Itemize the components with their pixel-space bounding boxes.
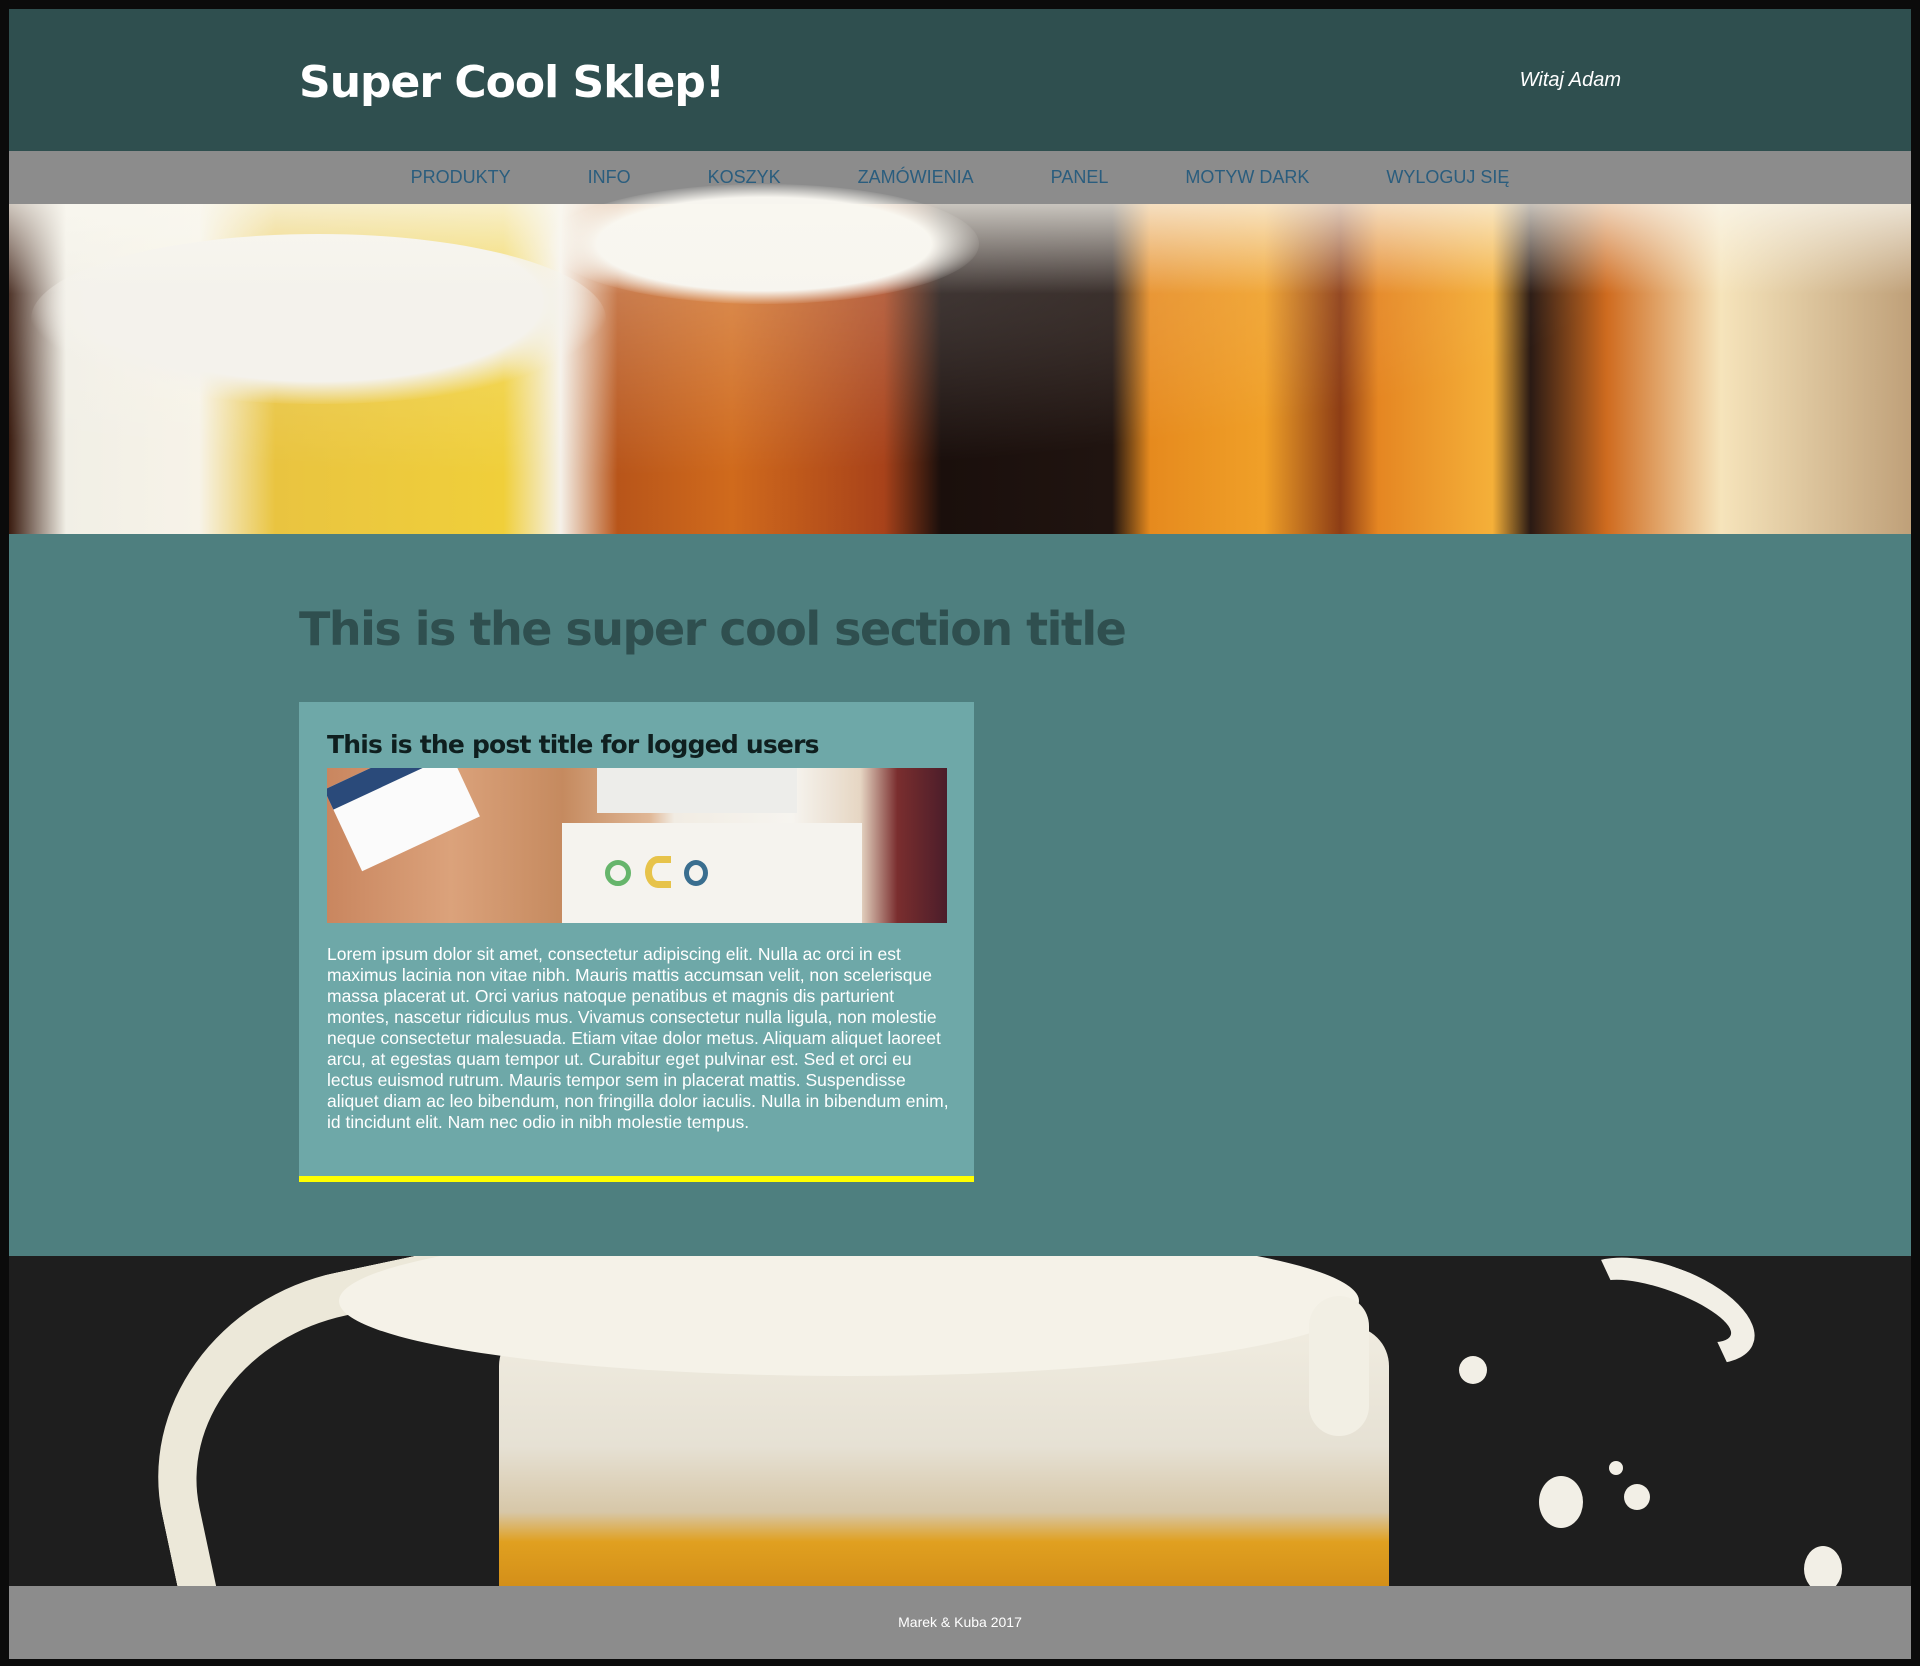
foam-droplet	[1624, 1484, 1650, 1510]
post-image-logo-yellow	[645, 856, 671, 888]
nav-link-info[interactable]: INFO	[588, 167, 631, 187]
post-image-logo-green	[605, 860, 631, 886]
foam-droplet	[1459, 1356, 1487, 1384]
post-body: Lorem ipsum dolor sit amet, consectetur …	[327, 944, 949, 1132]
nav-item-zamowienia: ZAMÓWIENIA	[858, 167, 974, 188]
nav-link-produkty[interactable]: PRODUKTY	[411, 167, 511, 187]
post-title[interactable]: This is the post title for logged users	[327, 730, 820, 759]
post-image-pamphlet-band	[327, 768, 452, 810]
bottom-banner-beer-foam	[9, 1256, 1911, 1586]
user-greeting: Witaj Adam	[1519, 69, 1621, 91]
page: Super Cool Sklep! Witaj Adam PRODUKTY IN…	[9, 9, 1911, 1659]
nav-item-info: INFO	[588, 167, 631, 188]
site-footer: Marek & Kuba 2017	[9, 1586, 1911, 1659]
footer-credits: Marek & Kuba 2017	[898, 1614, 1022, 1630]
hero-foam-center	[549, 184, 979, 304]
site-header: Super Cool Sklep! Witaj Adam	[9, 9, 1911, 151]
site-title[interactable]: Super Cool Sklep!	[299, 57, 725, 108]
hero-banner-beer-glasses	[9, 184, 1911, 534]
post-card: This is the post title for logged users …	[299, 702, 974, 1182]
foam-splash-right	[1559, 1256, 1769, 1386]
post-image-pamphlet	[327, 768, 480, 872]
foam-drip	[1309, 1296, 1369, 1436]
foam-droplet	[1804, 1546, 1842, 1586]
nav-item-wyloguj: WYLOGUJ SIĘ	[1386, 167, 1509, 188]
main-nav: PRODUKTY INFO KOSZYK ZAMÓWIENIA PANEL MO…	[9, 151, 1911, 204]
hero-foam-left	[31, 234, 606, 404]
nav-link-motyw-dark[interactable]: MOTYW DARK	[1185, 167, 1309, 187]
foam-droplet	[1609, 1461, 1623, 1475]
main-section: This is the super cool section title Thi…	[9, 534, 1911, 1256]
post-image-logo-blue	[684, 860, 708, 886]
foam-droplet	[1539, 1476, 1583, 1528]
nav-item-produkty: PRODUKTY	[411, 167, 511, 188]
nav-item-motyw-dark: MOTYW DARK	[1185, 167, 1309, 188]
post-image-device	[597, 768, 797, 813]
section-title: This is the super cool section title	[299, 602, 1127, 656]
nav-link-panel[interactable]: PANEL	[1051, 167, 1109, 187]
nav-item-panel: PANEL	[1051, 167, 1109, 188]
nav-list: PRODUKTY INFO KOSZYK ZAMÓWIENIA PANEL MO…	[9, 151, 1911, 204]
post-image	[327, 768, 947, 923]
nav-link-wyloguj[interactable]: WYLOGUJ SIĘ	[1386, 167, 1509, 187]
nav-link-zamowienia[interactable]: ZAMÓWIENIA	[858, 167, 974, 187]
